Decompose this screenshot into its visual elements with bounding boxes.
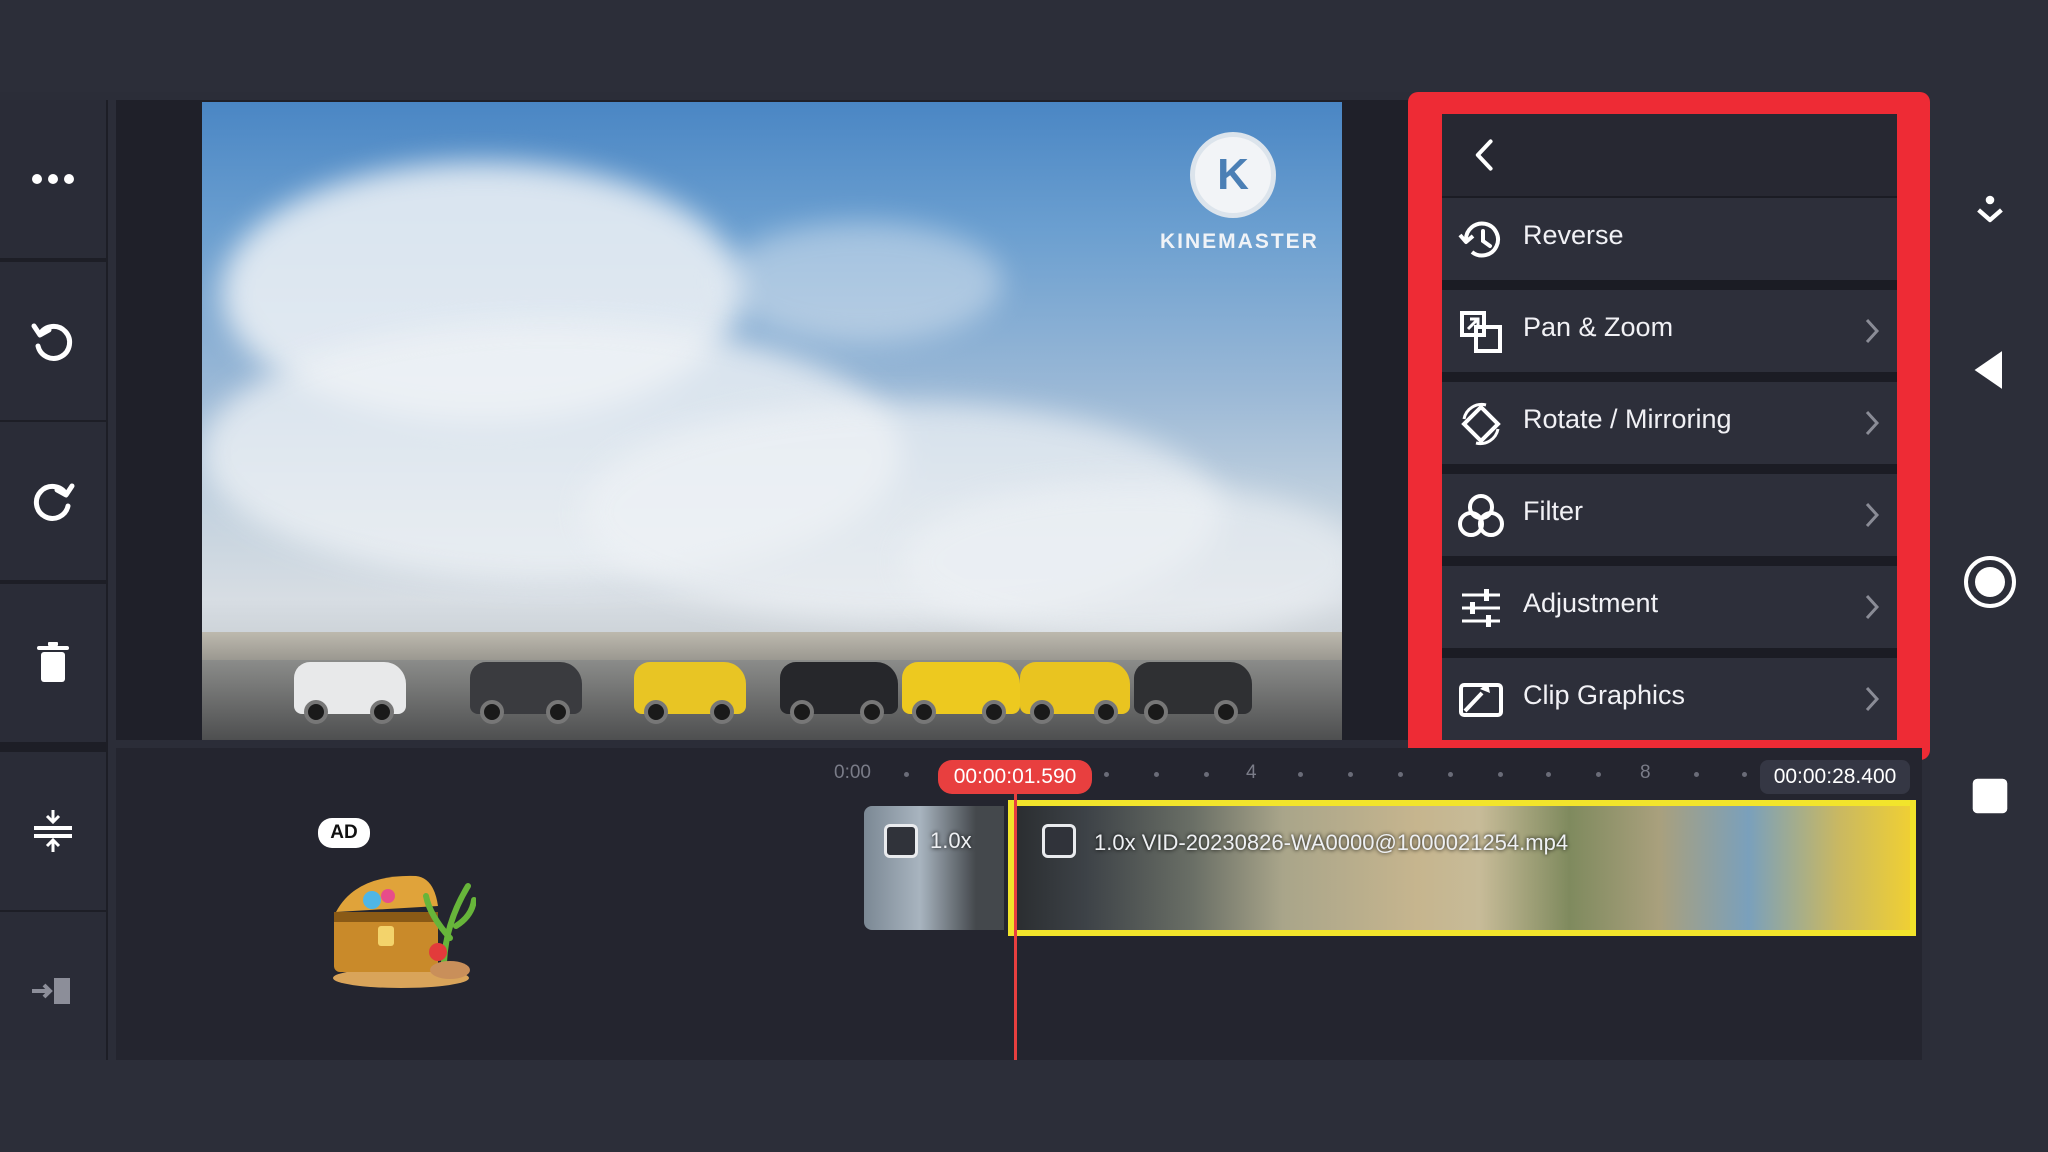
menu-item-filter[interactable]: Filter: [1442, 474, 1897, 556]
video-preview[interactable]: [202, 102, 1342, 740]
menu-item-reverse[interactable]: Reverse: [1442, 198, 1897, 280]
ad-badge[interactable]: AD: [318, 818, 370, 848]
layer-adjust-button[interactable]: [0, 752, 106, 910]
clip-graphics-icon: [1459, 683, 1503, 717]
nav-recent-button[interactable]: [1962, 768, 2018, 824]
undo-button[interactable]: [0, 262, 106, 420]
chevron-left-icon: [1475, 139, 1493, 171]
menu-item-label: Adjustment: [1523, 588, 1659, 618]
clip-options-panel: Reverse Pan & Zoom Rotate / Mirroring Fi…: [1442, 114, 1897, 740]
trim-arrow-icon: [32, 978, 70, 1004]
nav-home-button[interactable]: [1962, 554, 2018, 610]
more-button[interactable]: [0, 100, 106, 258]
back-triangle-icon: [1974, 351, 2002, 389]
chevron-right-icon: [1865, 686, 1880, 712]
menu-item-label: Filter: [1523, 496, 1583, 526]
nav-back-button[interactable]: [1962, 342, 2018, 398]
menu-item-label: Clip Graphics: [1523, 680, 1686, 710]
clip-2-label: 1.0x VID-20230826-WA0000@1000021254.mp4: [1094, 830, 1569, 855]
ruler-label-4: 4: [1246, 762, 1257, 783]
menu-item-rotate-mirroring[interactable]: Rotate / Mirroring: [1442, 382, 1897, 464]
recent-square-icon: [1972, 778, 2008, 814]
logo-letter: K: [1217, 150, 1249, 199]
clip-1-label: 1.0x: [930, 828, 972, 853]
film-icon: [884, 824, 918, 858]
status-bar-area: [0, 0, 2048, 92]
total-duration-badge: 00:00:28.400: [1760, 760, 1910, 794]
panel-header: [1442, 114, 1897, 196]
app-frame: K KINEMASTER Reverse Pan & Zoom Rotate /…: [0, 0, 2048, 1152]
right-system-bar: [1930, 92, 2048, 1060]
chevron-right-icon: [1865, 318, 1880, 344]
trim-button[interactable]: [0, 912, 106, 1070]
menu-item-label: Rotate / Mirroring: [1523, 404, 1732, 434]
ruler-label-start: 0:00: [834, 762, 871, 783]
reverse-clock-icon: [1458, 221, 1500, 258]
delete-button[interactable]: [0, 584, 106, 742]
chevron-right-icon: [1865, 502, 1880, 528]
menu-item-clip-graphics[interactable]: Clip Graphics: [1442, 658, 1897, 740]
menu-item-pan-zoom[interactable]: Pan & Zoom: [1442, 290, 1897, 372]
more-icon: [32, 174, 74, 184]
menu-item-adjustment[interactable]: Adjustment: [1442, 566, 1897, 648]
playhead-line[interactable]: [1014, 794, 1017, 1060]
kinemaster-watermark: KINEMASTER: [1160, 230, 1319, 253]
left-toolbar: [0, 100, 108, 1070]
layer-adjust-icon: [34, 810, 72, 852]
menu-item-label: Pan & Zoom: [1523, 312, 1674, 342]
chevron-right-icon: [1865, 594, 1880, 620]
back-button[interactable]: [1460, 130, 1510, 180]
pan-zoom-icon: [1460, 311, 1502, 353]
timeline-clip-1[interactable]: 1.0x: [864, 806, 1004, 930]
treasure-chest-ad-icon[interactable]: [326, 866, 476, 990]
trash-icon: [37, 642, 69, 682]
sliders-icon: [1462, 589, 1500, 627]
undo-icon: [31, 323, 73, 361]
download-button[interactable]: [1962, 182, 2018, 238]
filter-icon: [1458, 494, 1504, 537]
timeline-clip-2-selected[interactable]: 1.0x VID-20230826-WA0000@1000021254.mp4: [1008, 800, 1916, 936]
redo-button[interactable]: [0, 422, 106, 580]
rotate-icon: [1461, 403, 1501, 445]
ruler-label-8: 8: [1640, 762, 1651, 783]
kinemaster-logo: K: [1190, 132, 1276, 218]
chevron-right-icon: [1865, 410, 1880, 436]
film-icon: [1042, 824, 1076, 858]
home-circle-icon: [1964, 556, 2016, 608]
download-icon: [1977, 195, 2003, 223]
bottom-bar-area: [0, 1060, 2048, 1152]
current-time-badge[interactable]: 00:00:01.590: [938, 760, 1092, 794]
redo-icon: [33, 483, 75, 521]
menu-item-label: Reverse: [1523, 220, 1624, 250]
